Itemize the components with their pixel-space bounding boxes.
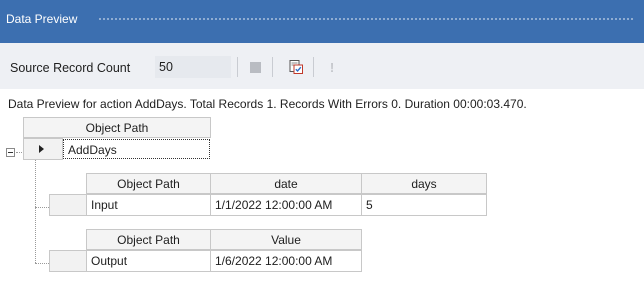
main-grid-row-addDays[interactable]: AddDays	[63, 139, 210, 159]
source-record-count-input[interactable]	[155, 56, 231, 78]
toolbar-separator	[237, 57, 238, 77]
error-exclamation-icon: !	[329, 59, 335, 75]
panel-titlebar: Data Preview	[0, 0, 644, 43]
tree-connector	[35, 207, 49, 208]
preview-records-icon	[289, 60, 303, 74]
input-row-date[interactable]: 1/1/2022 12:00:00 AM	[210, 194, 362, 216]
show-errors-button[interactable]: !	[321, 56, 343, 78]
tree-connector	[35, 263, 49, 264]
preview-records-button[interactable]	[285, 56, 307, 78]
output-row-value[interactable]: 1/6/2022 12:00:00 AM	[210, 250, 362, 272]
input-grid-header-date[interactable]: date	[210, 173, 362, 194]
input-row-selector[interactable]	[49, 194, 87, 216]
input-grid-header-days[interactable]: days	[361, 173, 487, 194]
output-grid-header-object-path[interactable]: Object Path	[86, 229, 211, 250]
input-row-object-path[interactable]: Input	[86, 194, 211, 216]
stop-icon	[249, 61, 261, 73]
titlebar-grip[interactable]	[98, 17, 634, 21]
main-grid-header-object-path[interactable]: Object Path	[23, 117, 211, 138]
collapse-icon[interactable]	[6, 148, 15, 157]
source-record-count-label: Source Record Count	[10, 61, 131, 75]
output-grid-header-value[interactable]: Value	[210, 229, 362, 250]
toolbar-separator	[272, 57, 273, 77]
toolbar-separator	[313, 57, 314, 77]
current-row-arrow-icon	[39, 145, 44, 153]
output-row-object-path[interactable]: Output	[86, 250, 211, 272]
output-row-selector[interactable]	[49, 250, 87, 272]
preview-status-text: Data Preview for action AddDays. Total R…	[8, 97, 527, 111]
input-row-days[interactable]: 5	[361, 194, 487, 216]
input-grid-header-object-path[interactable]: Object Path	[86, 173, 211, 194]
preview-toolbar: Source Record Count !	[0, 43, 644, 89]
tree-connector	[35, 160, 36, 263]
stop-button[interactable]	[244, 56, 266, 78]
panel-title: Data Preview	[6, 12, 78, 26]
